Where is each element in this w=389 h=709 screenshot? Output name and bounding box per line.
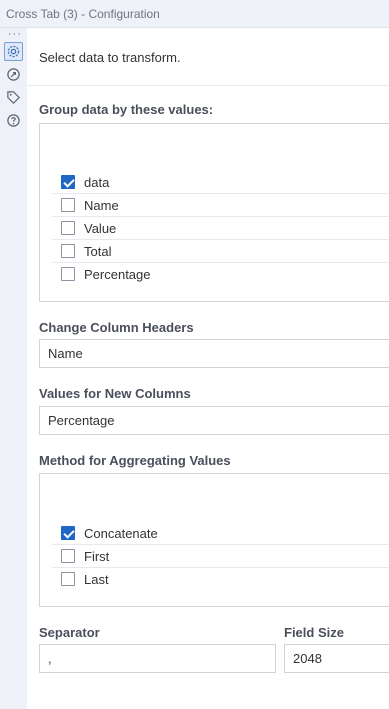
connection-icon[interactable]	[4, 65, 23, 84]
more-icon[interactable]: ···	[8, 28, 22, 40]
new-values-label: Values for New Columns	[39, 386, 191, 401]
group-by-label: Group data by these values:	[39, 102, 214, 117]
list-item[interactable]: Value	[52, 217, 389, 240]
aggregation-label: Method for Aggregating Values	[39, 453, 231, 468]
checkbox[interactable]	[61, 244, 75, 258]
gear-icon[interactable]	[4, 42, 23, 61]
column-headers-select[interactable]: Name	[39, 339, 389, 368]
aggregation-list: Concatenate First Last	[39, 473, 389, 607]
list-item[interactable]: Percentage	[52, 263, 389, 286]
separator-input[interactable]: ,	[39, 644, 276, 673]
checkbox[interactable]	[61, 175, 75, 189]
group-by-list: data Name Value Total Percentage	[39, 123, 389, 302]
list-item[interactable]: Last	[52, 568, 389, 591]
help-icon[interactable]	[4, 111, 23, 130]
column-headers-label: Change Column Headers	[39, 320, 194, 335]
separator-label: Separator	[39, 625, 100, 640]
list-item[interactable]: Total	[52, 240, 389, 263]
side-rail: ···	[0, 28, 28, 709]
new-values-select[interactable]: Percentage	[39, 406, 389, 435]
tag-icon[interactable]	[4, 88, 23, 107]
window-title: Cross Tab (3) - Configuration	[0, 0, 389, 28]
list-item[interactable]: Name	[52, 194, 389, 217]
checkbox[interactable]	[61, 526, 75, 540]
list-item[interactable]: First	[52, 545, 389, 568]
field-size-label: Field Size	[284, 625, 344, 640]
prompt-bar: Select data to transform.	[27, 28, 389, 86]
configuration-panel: Select data to transform. Group data by …	[27, 28, 389, 709]
field-size-input[interactable]: 2048	[284, 644, 389, 673]
checkbox[interactable]	[61, 267, 75, 281]
prompt-text: Select data to transform.	[39, 50, 181, 65]
checkbox[interactable]	[61, 572, 75, 586]
checkbox[interactable]	[61, 198, 75, 212]
list-item[interactable]: Concatenate	[52, 522, 389, 545]
list-item[interactable]: data	[52, 171, 389, 194]
checkbox[interactable]	[61, 221, 75, 235]
checkbox[interactable]	[61, 549, 75, 563]
